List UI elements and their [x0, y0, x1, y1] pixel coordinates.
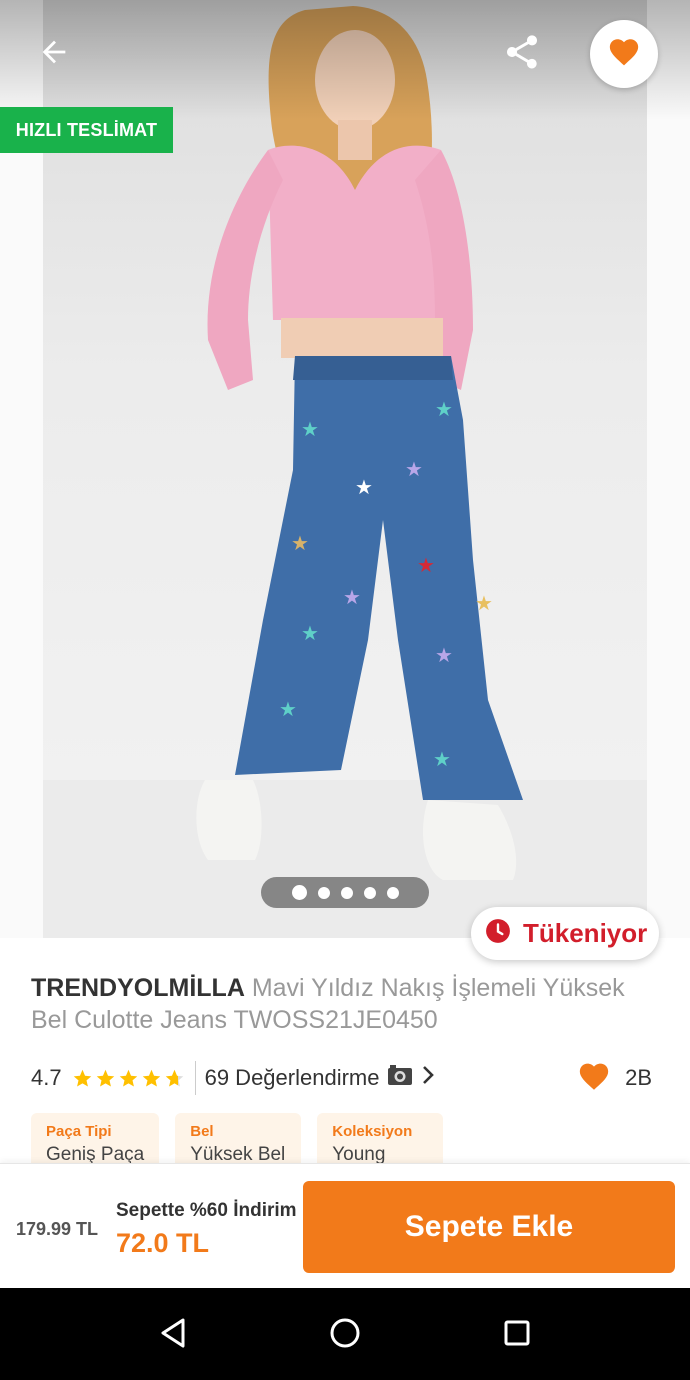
- rating-stars: [72, 1068, 185, 1089]
- star-icon: [119, 1069, 137, 1087]
- product-title: TRENDYOLMİLLA Mavi Yıldız Nakış İşlemeli…: [31, 972, 661, 1036]
- svg-text:★: ★: [301, 417, 319, 441]
- star-icon: [142, 1069, 160, 1087]
- back-button[interactable]: [30, 30, 78, 78]
- arrow-left-icon: [37, 35, 71, 74]
- camera-icon: [387, 1064, 413, 1092]
- circle-home-icon: [329, 1317, 361, 1354]
- star-icon: [165, 1069, 183, 1087]
- share-button[interactable]: [498, 30, 546, 78]
- svg-text:★: ★: [475, 591, 493, 615]
- rating-value: 4.7: [31, 1065, 62, 1090]
- attribute-key: Bel: [190, 1123, 214, 1140]
- attribute-value: Geniş Paça: [46, 1144, 145, 1165]
- triangle-back-icon: [158, 1317, 188, 1354]
- likes-count: 2B: [625, 1065, 652, 1090]
- carousel-dot-1[interactable]: [291, 885, 307, 900]
- attribute-chip[interactable]: Bel Yüksek Bel: [175, 1113, 302, 1165]
- low-stock-label: Tükeniyor: [523, 918, 648, 948]
- fast-delivery-badge: HIZLI TESLİMAT: [0, 107, 173, 153]
- old-price: 179.99 TL: [16, 1219, 99, 1239]
- share-icon: [502, 32, 542, 77]
- nav-home-button[interactable]: [322, 1312, 368, 1358]
- attribute-chip[interactable]: Koleksiyon Young: [317, 1113, 444, 1165]
- reviews-link[interactable]: 69 Değerlendirme: [205, 1064, 436, 1092]
- nav-recents-button[interactable]: [494, 1312, 540, 1358]
- attribute-value: Young: [332, 1144, 386, 1165]
- carousel-indicator: [261, 877, 429, 908]
- product-brand[interactable]: TRENDYOLMİLLA: [31, 974, 245, 1002]
- svg-text:★: ★: [343, 585, 361, 609]
- heart-icon: [607, 35, 641, 74]
- star-icon: [73, 1069, 91, 1087]
- svg-text:★: ★: [291, 531, 309, 555]
- carousel-dot-4[interactable]: [363, 886, 376, 899]
- svg-text:★: ★: [435, 397, 453, 421]
- svg-text:★: ★: [417, 553, 435, 577]
- favorite-button[interactable]: [590, 20, 658, 88]
- product-image-carousel[interactable]: ★ ★ ★ ★ ★ ★ ★ ★ ★ ★ ★ ★ HIZLI TESLİMAT: [0, 0, 690, 938]
- discount-label: Sepette %60 İndirim: [116, 1200, 297, 1221]
- attribute-list: Paça Tipi Geniş Paça Bel Yüksek Bel Kole…: [31, 1113, 444, 1165]
- carousel-dot-2[interactable]: [317, 886, 330, 899]
- purchase-bar: 179.99 TL Sepette %60 İndirim 72.0 TL Se…: [0, 1163, 690, 1288]
- star-icon: [96, 1069, 114, 1087]
- divider: [194, 1061, 196, 1095]
- svg-text:★: ★: [279, 697, 297, 721]
- likes-counter[interactable]: 2B: [577, 1058, 652, 1098]
- heart-icon: [577, 1059, 611, 1097]
- nav-back-button[interactable]: [150, 1312, 196, 1358]
- attribute-key: Koleksiyon: [332, 1123, 413, 1140]
- svg-text:★: ★: [435, 643, 453, 667]
- chevron-right-icon: [421, 1065, 435, 1091]
- attribute-chip[interactable]: Paça Tipi Geniş Paça: [31, 1113, 160, 1165]
- carousel-dot-3[interactable]: [340, 886, 353, 899]
- image-side-right: [647, 0, 690, 938]
- reviews-label: 69 Değerlendirme: [204, 1065, 380, 1090]
- svg-text:★: ★: [433, 747, 451, 771]
- rating-row: 4.7 69 Değerlendirme 2B: [31, 1058, 661, 1098]
- top-gradient: [0, 0, 690, 120]
- attribute-key: Paça Tipi: [46, 1123, 112, 1140]
- carousel-dot-5[interactable]: [386, 886, 399, 899]
- attribute-value: Yüksek Bel: [190, 1144, 286, 1165]
- clock-icon: [485, 918, 511, 949]
- discounted-price: 72.0 TL: [116, 1228, 210, 1258]
- svg-text:★: ★: [405, 457, 423, 481]
- low-stock-badge: Tükeniyor: [471, 907, 659, 960]
- add-to-cart-button[interactable]: Sepete Ekle: [303, 1181, 675, 1273]
- svg-text:★: ★: [355, 475, 373, 499]
- square-recents-icon: [503, 1319, 531, 1352]
- svg-text:★: ★: [301, 621, 319, 645]
- system-navigation-bar: [0, 1288, 690, 1380]
